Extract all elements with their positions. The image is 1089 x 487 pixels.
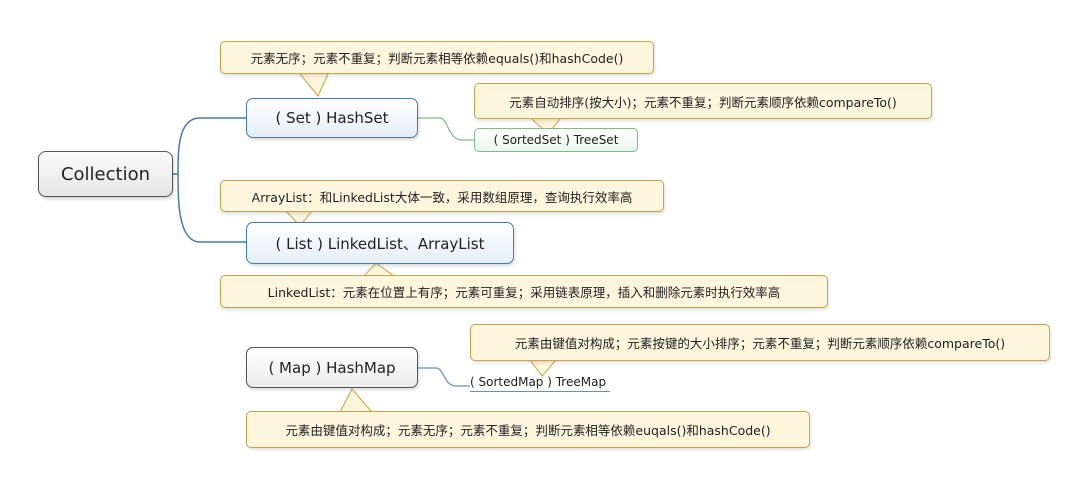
sortedset-node[interactable]: ( SortedSet ) TreeSet bbox=[474, 128, 638, 152]
callout-pointer-set-note bbox=[298, 73, 329, 97]
list-node[interactable]: ( List ) LinkedList、ArrayList bbox=[246, 222, 514, 264]
sortedset-note-text: 元素自动排序(按大小)；元素不重复；判断元素顺序依赖compareTo() bbox=[509, 94, 897, 110]
set-node-label: ( Set ) HashSet bbox=[275, 109, 389, 127]
list-top-note-text: ArrayList：和LinkedList大体一致，采用数组原理，查询执行效率高 bbox=[251, 189, 633, 205]
sortedmap-note: 元素由键值对构成；元素按键的大小排序；元素不重复；判断元素顺序依赖compare… bbox=[470, 324, 1050, 361]
mind-map-canvas: Collection 元素无序；元素不重复；判断元素相等依赖equals()和h… bbox=[0, 0, 1089, 487]
root-node-collection[interactable]: Collection bbox=[38, 151, 173, 197]
map-node[interactable]: ( Map ) HashMap bbox=[246, 347, 418, 388]
set-node[interactable]: ( Set ) HashSet bbox=[246, 98, 418, 138]
set-note-text: 元素无序；元素不重复；判断元素相等依赖equals()和hashCode() bbox=[250, 51, 624, 66]
sortedmap-node-label: ( SortedMap ) TreeMap bbox=[470, 374, 607, 389]
sortedmap-node[interactable]: ( SortedMap ) TreeMap bbox=[470, 372, 610, 392]
sortedset-node-label: ( SortedSet ) TreeSet bbox=[493, 133, 619, 147]
map-note: 元素由键值对构成；元素无序；元素不重复；判断元素相等依赖euqals()和has… bbox=[246, 411, 810, 448]
list-node-label: ( List ) LinkedList、ArrayList bbox=[275, 234, 485, 253]
list-bottom-note-text: LinkedList：元素在位置上有序；元素可重复；采用链表原理，插入和删除元素… bbox=[267, 285, 781, 300]
link-map-sortedmap bbox=[418, 367, 470, 387]
set-note: 元素无序；元素不重复；判断元素相等依赖equals()和hashCode() bbox=[220, 41, 654, 74]
root-node-label: Collection bbox=[60, 163, 151, 185]
map-note-text: 元素由键值对构成；元素无序；元素不重复；判断元素相等依赖euqals()和has… bbox=[285, 423, 771, 438]
link-root-set bbox=[172, 117, 246, 175]
map-node-label: ( Map ) HashMap bbox=[268, 358, 396, 377]
list-bottom-note: LinkedList：元素在位置上有序；元素可重复；采用链表原理，插入和删除元素… bbox=[220, 275, 828, 308]
sortedset-note: 元素自动排序(按大小)；元素不重复；判断元素顺序依赖compareTo() bbox=[474, 83, 932, 119]
list-top-note: ArrayList：和LinkedList大体一致，采用数组原理，查询执行效率高 bbox=[220, 180, 664, 212]
callout-pointer-map-note bbox=[339, 388, 374, 413]
sortedmap-note-text: 元素由键值对构成；元素按键的大小排序；元素不重复；判断元素顺序依赖compare… bbox=[514, 336, 1006, 351]
link-set-sortedset bbox=[418, 117, 474, 141]
